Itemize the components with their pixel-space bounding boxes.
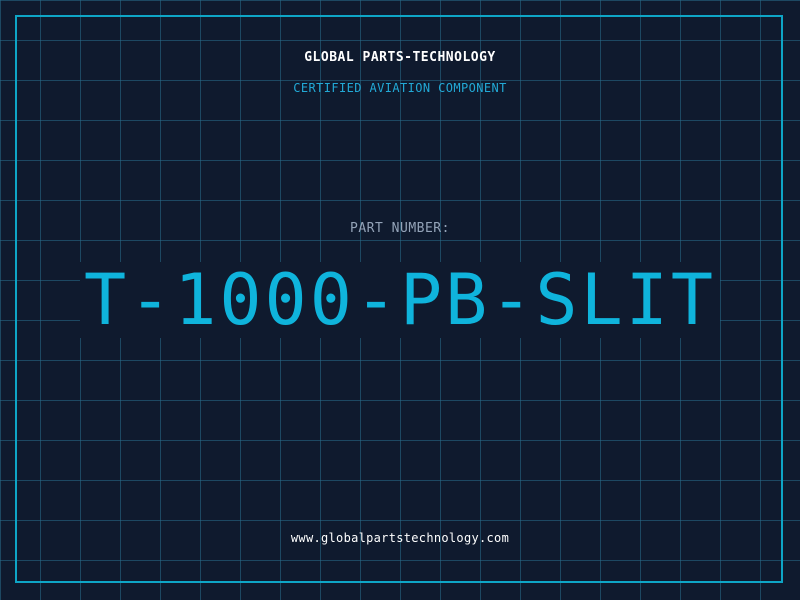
part-number-label: PART NUMBER: <box>350 221 450 236</box>
part-number-value: T-1000-PB-SLIT <box>79 262 720 338</box>
company-name: GLOBAL PARTS-TECHNOLOGY <box>304 50 496 65</box>
part-number-container: T-1000-PB-SLIT <box>0 262 800 338</box>
certification-tagline: CERTIFIED AVIATION COMPONENT <box>293 81 507 95</box>
part-label-card: GLOBAL PARTS-TECHNOLOGY CERTIFIED AVIATI… <box>0 0 800 600</box>
website-url: www.globalpartstechnology.com <box>290 531 510 545</box>
